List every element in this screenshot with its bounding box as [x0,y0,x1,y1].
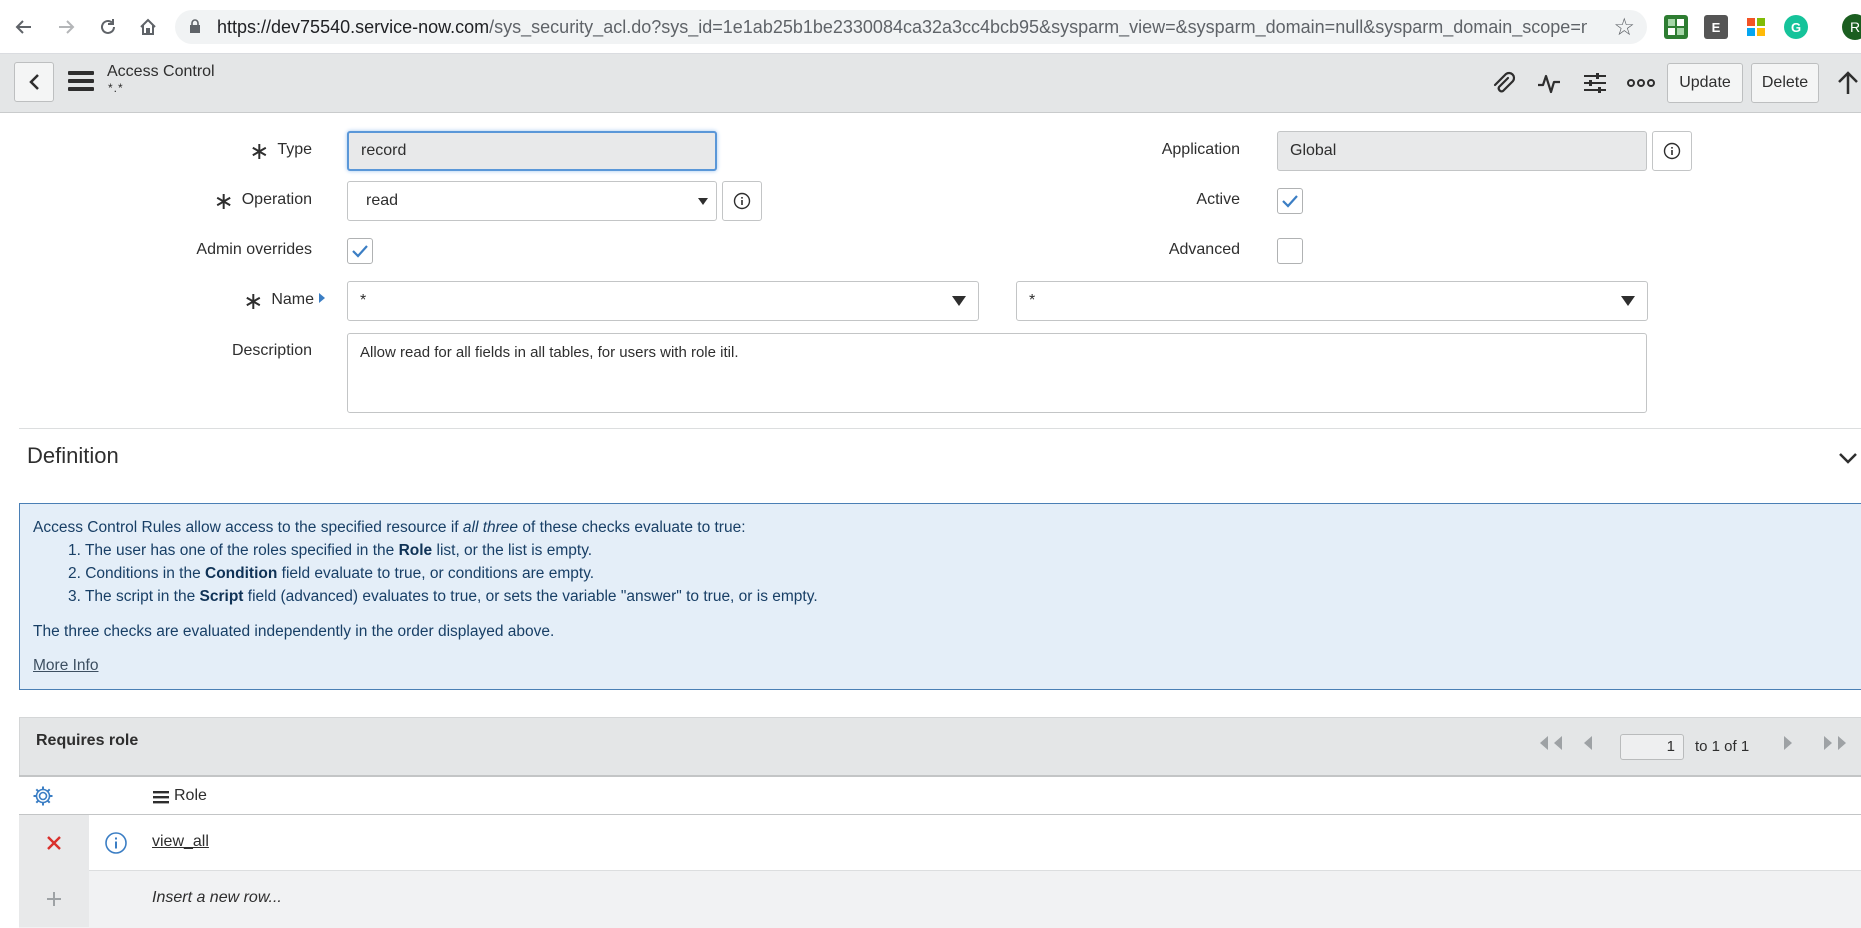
bookmark-star-icon[interactable]: ☆ [1613,13,1635,42]
first-page-icon[interactable] [1534,734,1564,757]
acl-info-panel: Access Control Rules allow access to the… [19,503,1861,690]
checkmark-icon [352,245,368,258]
browser-back-icon[interactable] [10,13,38,41]
plus-icon [47,892,61,906]
chevron-left-icon [29,74,39,90]
info-item-1: 1. The user has one of the roles specifi… [68,542,593,559]
back-button[interactable] [14,62,54,102]
definition-section-title: Definition [27,443,119,468]
description-label: Description [231,342,312,359]
checkmark-icon [1282,195,1298,208]
previous-page-icon[interactable] [1580,734,1594,757]
insert-row: Insert a new row... [19,871,1861,928]
info-item-2: 2. Conditions in the Condition field eva… [68,565,595,582]
operation-select[interactable]: read [347,181,717,221]
extension-windows-icon[interactable] [1744,15,1768,39]
form-title: Access Control [107,63,215,80]
column-menu-icon[interactable] [153,790,169,804]
application-info-button[interactable] [1652,131,1692,171]
page-range-text: to 1 of 1 [1695,738,1750,755]
application-input: Global [1277,131,1647,171]
info-circle-icon [1663,142,1681,160]
more-info-link[interactable]: More Info [33,657,98,675]
advanced-label: Advanced [1168,241,1240,258]
required-asterisk-icon: ∗ [213,187,234,215]
last-page-icon[interactable] [1822,734,1852,757]
active-checkbox[interactable] [1277,188,1303,214]
operation-label: ∗ Operation [213,187,312,215]
profile-avatar[interactable]: R [1842,14,1861,40]
form-header: Access Control *.* Update Delete [0,54,1861,113]
add-row-button[interactable] [19,871,89,927]
advanced-checkbox[interactable] [1277,238,1303,264]
name-label: ∗ Name [200,289,325,313]
related-list-title: Requires role [36,732,139,749]
extension-grid-icon[interactable] [1664,15,1688,39]
paperclip-icon[interactable] [1488,68,1518,98]
application-label: Application [1161,141,1240,158]
context-menu-icon[interactable] [68,71,94,95]
info-intro: Access Control Rules allow access to the… [33,519,746,536]
browser-toolbar: https://dev75540.service-now.com/sys_sec… [0,0,1861,54]
name-field-select[interactable]: * [1016,281,1648,321]
update-button[interactable]: Update [1667,63,1743,103]
browser-reload-icon[interactable] [94,13,122,41]
required-asterisk-icon: ∗ [249,137,270,165]
activity-icon[interactable] [1534,68,1564,98]
personalize-sliders-icon[interactable] [1580,68,1610,98]
description-textarea[interactable]: Allow read for all fields in all tables,… [347,333,1647,413]
role-column-header[interactable]: Role [174,787,207,805]
expand-triangle-icon[interactable] [318,292,326,304]
role-link[interactable]: view_all [152,833,209,851]
info-circle-icon [733,192,751,210]
chevron-down-icon[interactable] [1838,448,1858,468]
operation-info-button[interactable] [722,181,762,221]
type-input[interactable]: record [347,131,717,171]
info-circle-icon[interactable] [104,831,128,855]
delete-row-button[interactable] [19,815,89,871]
extension-e-icon[interactable]: E [1704,15,1728,39]
insert-row-placeholder[interactable]: Insert a new row... [152,889,282,907]
lock-icon [190,19,200,33]
admin-overrides-checkbox[interactable] [347,238,373,264]
dropdown-caret-icon [698,198,708,205]
next-page-icon[interactable] [1782,734,1796,757]
column-header-row: Role [19,775,1861,816]
close-icon [47,836,61,850]
gear-icon[interactable] [32,785,54,807]
page-number-input[interactable]: 1 [1620,734,1684,760]
form-subtitle: *.* [108,81,124,95]
browser-forward-icon[interactable] [52,13,80,41]
address-bar[interactable]: https://dev75540.service-now.com/sys_sec… [175,10,1647,44]
extension-grammarly-icon[interactable]: G [1784,15,1808,39]
dropdown-caret-icon [1621,296,1635,306]
admin-overrides-label: Admin overrides [196,241,312,258]
table-row: view_all [19,815,1861,871]
name-table-select[interactable]: * [347,281,979,321]
requires-role-list-header: Requires role 1 to 1 of 1 [19,717,1861,775]
info-item-3: 3. The script in the Script field (advan… [68,588,818,605]
browser-home-icon[interactable] [134,13,162,41]
url-text: https://dev75540.service-now.com/sys_sec… [217,17,1587,37]
required-asterisk-icon: ∗ [243,287,264,315]
dropdown-caret-icon [952,296,966,306]
active-label: Active [1196,191,1240,208]
type-label: ∗ Type [249,137,312,165]
delete-button[interactable]: Delete [1751,63,1819,103]
more-options-icon[interactable] [1626,68,1656,98]
scroll-top-arrow-icon[interactable] [1833,68,1861,98]
info-footer: The three checks are evaluated independe… [33,623,555,640]
section-divider [19,428,1861,429]
